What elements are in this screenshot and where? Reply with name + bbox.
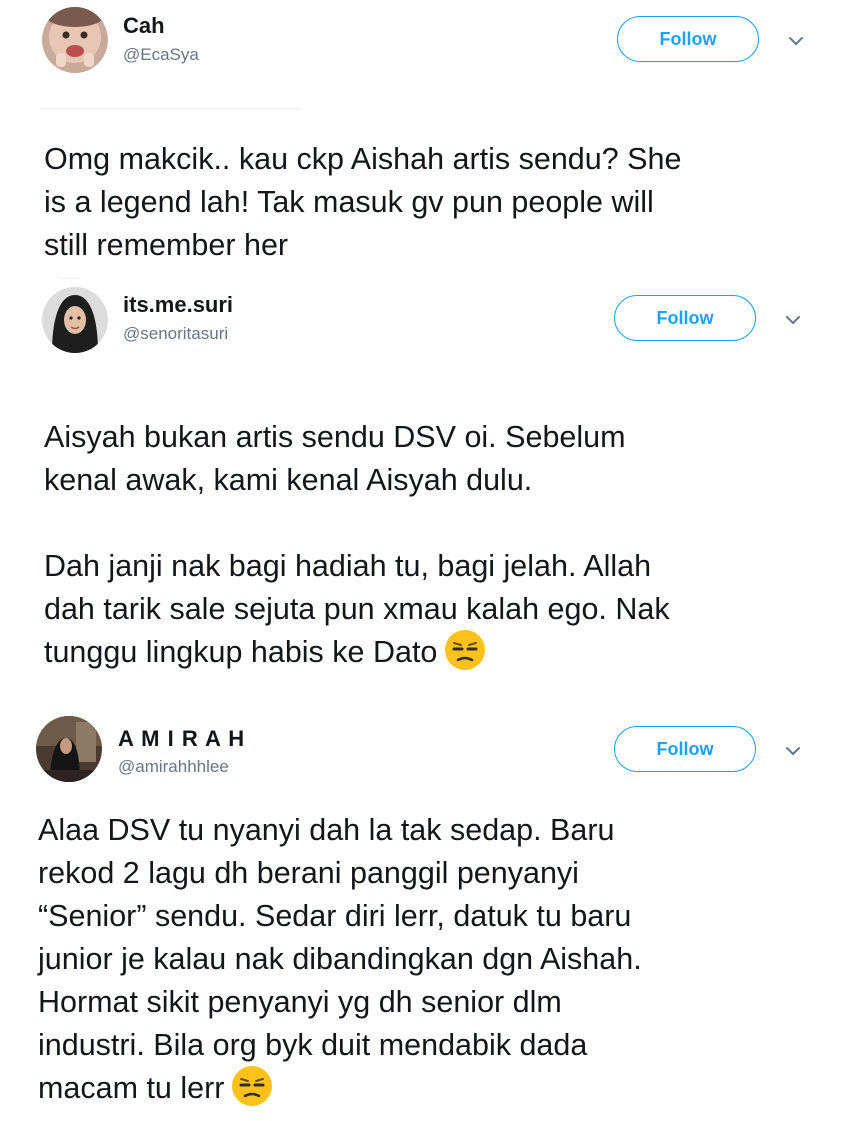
author-handle[interactable]: @amirahhhlee: [118, 757, 229, 777]
divider: [40, 108, 300, 109]
tweet-text-body: Alaa DSV tu nyanyi dah la tak sedap. Bar…: [38, 813, 642, 1105]
follow-button[interactable]: Follow: [614, 295, 756, 341]
avatar[interactable]: [42, 7, 108, 73]
author-handle[interactable]: @EcaSya: [123, 45, 199, 65]
tweet-text-body: Aisyah bukan artis sendu DSV oi. Sebelum…: [44, 420, 670, 669]
divider: [60, 278, 80, 279]
chevron-down-icon[interactable]: [785, 30, 807, 52]
tweet-text: Omg makcik.. kau ckp Aishah artis sendu?…: [44, 138, 844, 267]
avatar-image: [42, 7, 108, 73]
follow-button[interactable]: Follow: [614, 726, 756, 772]
tweet-card: its.me.suri @senoritasuri Follow Aisyah …: [0, 278, 853, 693]
author-display-name[interactable]: Cah: [123, 13, 165, 39]
avatar[interactable]: [42, 287, 108, 353]
chevron-down-icon[interactable]: [782, 309, 804, 331]
tweet-text: Alaa DSV tu nyanyi dah la tak sedap. Bar…: [38, 809, 838, 1112]
tweet-text-body: Omg makcik.. kau ckp Aishah artis sendu?…: [44, 142, 682, 262]
follow-button[interactable]: Follow: [617, 16, 759, 62]
unamused-face-icon: [443, 628, 487, 672]
avatar[interactable]: [36, 716, 102, 782]
tweet-card: Cah @EcaSya Follow Omg makcik.. kau ckp …: [0, 0, 853, 275]
author-display-name[interactable]: A M I R A H: [118, 726, 245, 752]
author-display-name[interactable]: its.me.suri: [123, 292, 233, 318]
avatar-image: [42, 287, 108, 353]
tweet-header: Cah @EcaSya Follow: [0, 0, 853, 80]
unamused-face-icon: [230, 1064, 274, 1108]
tweet-header: A M I R A H @amirahhhlee Follow: [0, 710, 853, 790]
author-handle[interactable]: @senoritasuri: [123, 324, 228, 344]
tweet-header: its.me.suri @senoritasuri Follow: [0, 278, 853, 358]
tweet-card: A M I R A H @amirahhhlee Follow Alaa DSV…: [0, 710, 853, 1121]
tweet-text: Aisyah bukan artis sendu DSV oi. Sebelum…: [44, 416, 844, 676]
avatar-image: [36, 716, 102, 782]
chevron-down-icon[interactable]: [782, 740, 804, 762]
